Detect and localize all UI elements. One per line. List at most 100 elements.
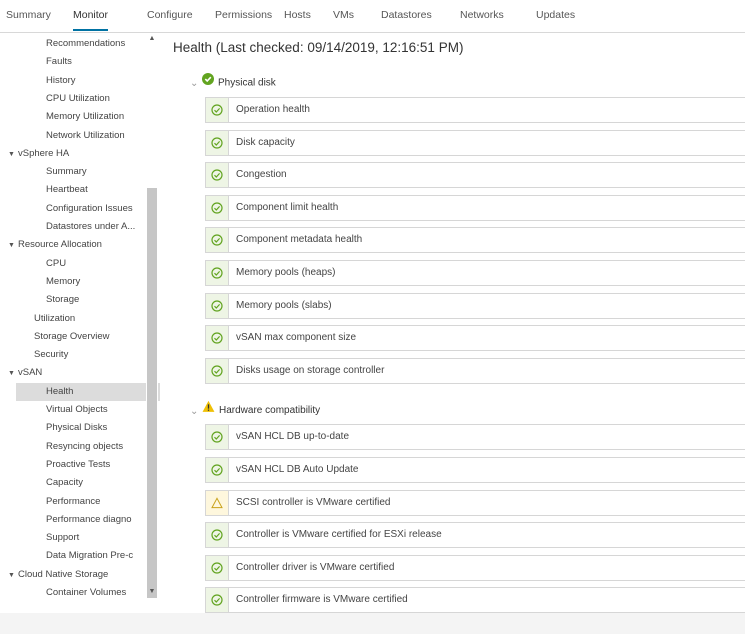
sidebar-item-resyncing-objects[interactable]: Resyncing objects	[46, 438, 146, 456]
health-check-row[interactable]: vSAN HCL DB Auto Update	[205, 457, 745, 483]
health-check-row[interactable]: Operation health	[205, 97, 745, 123]
sidebar-item-virtual-objects[interactable]: Virtual Objects	[46, 401, 146, 419]
health-check-label: vSAN HCL DB up-to-date	[236, 431, 350, 443]
health-check-label: Congestion	[236, 169, 287, 181]
sidebar-item-data-migration-pre-c[interactable]: Data Migration Pre-c	[46, 547, 146, 565]
check-circle-icon	[206, 228, 229, 253]
check-circle-icon	[206, 523, 229, 548]
sidebar-item-heartbeat[interactable]: Heartbeat	[46, 181, 146, 199]
health-check-row[interactable]: Disks usage on storage controller	[205, 357, 745, 384]
sidebar-item-vsan[interactable]: ▼ vSAN	[8, 364, 146, 382]
sidebar-item-datastores-under-a[interactable]: Datastores under A...	[46, 218, 146, 236]
expand-caret-icon[interactable]: ▼	[8, 365, 18, 382]
sidebar-item-storage[interactable]: Storage	[46, 291, 146, 309]
sidebar-item-label: Heartbeat	[46, 184, 88, 196]
tab-hosts[interactable]: Hosts	[284, 0, 311, 31]
health-check-label: Disk capacity	[236, 136, 295, 148]
sidebar-item-network-utilization[interactable]: Network Utilization	[46, 127, 146, 145]
tab-monitor[interactable]: Monitor	[73, 0, 109, 31]
check-circle-icon	[206, 458, 229, 482]
expand-caret-icon[interactable]: ▼	[8, 237, 18, 254]
sidebar-item-health[interactable]: Health	[16, 382, 160, 401]
tab-updates[interactable]: Updates	[536, 0, 575, 31]
sidebar-item-utilization[interactable]: Utilization	[34, 310, 146, 328]
health-check-label: Memory pools (slabs)	[236, 299, 332, 311]
sidebar-item-recommendations[interactable]: Recommendations	[46, 35, 146, 53]
health-check-row[interactable]: Disk capacity	[205, 129, 745, 156]
tab-networks[interactable]: Networks	[460, 0, 504, 31]
sidebar-item-label: Virtual Objects	[46, 404, 108, 415]
health-check-row[interactable]: Component limit health	[205, 194, 745, 221]
health-check-row[interactable]: Congestion	[205, 162, 745, 189]
top-tab-bar: Summary Monitor Configure Permissions Hosts V…	[0, 0, 745, 33]
chevron-down-icon[interactable]: ⌄	[190, 74, 202, 94]
sidebar-item-vsphere-ha[interactable]: ▼ vSphere HA	[8, 145, 146, 163]
health-check-row[interactable]: Component metadata health	[205, 227, 745, 254]
health-check-row[interactable]: Controller driver is VMware certified	[205, 554, 745, 581]
tab-permissions[interactable]: Permissions	[215, 0, 272, 31]
sidebar-item-configuration-issues[interactable]: Configuration Issues	[46, 200, 146, 218]
sidebar-item-memory-utilization[interactable]: Memory Utilization	[46, 108, 146, 126]
health-check-row[interactable]: vSAN HCL DB up-to-date	[205, 424, 745, 451]
sidebar-item-cpu-utilization[interactable]: CPU Utilization	[46, 90, 146, 108]
sidebar-item-label: Performance	[46, 495, 101, 507]
health-check-row[interactable]: Memory pools (heaps)	[205, 260, 745, 286]
sidebar-item-label: Capacity	[46, 477, 83, 489]
health-check-row[interactable]: Controller is VMware certified for ESXi …	[205, 522, 745, 549]
sidebar-item-cpu[interactable]: CPU	[46, 255, 146, 273]
sidebar-item-faults[interactable]: Faults	[46, 53, 146, 71]
sidebar-item-label: Summary	[46, 166, 87, 178]
sidebar-item-memory[interactable]: Memory	[46, 273, 146, 291]
sidebar-item-label: Cloud Native Storage	[18, 568, 109, 580]
sidebar-item-label: Memory	[46, 275, 81, 287]
health-check-label: Controller firmware is VMware certified	[236, 594, 408, 606]
check-circle-icon	[206, 555, 229, 580]
chevron-down-icon[interactable]: ⌄	[190, 402, 202, 422]
sidebar-nav: Recommendations Faults History CPU Utilizat…	[0, 33, 160, 613]
tab-vms[interactable]: VMs	[333, 0, 354, 31]
sidebar-item-container-volumes[interactable]: Container Volumes	[46, 584, 146, 602]
health-check-row[interactable]: SCSI controller is VMware certified	[205, 489, 745, 516]
sidebar-item-resource-allocation[interactable]: ▼ Resource Allocation	[8, 236, 146, 254]
tab-datastores[interactable]: Datastores	[381, 0, 432, 31]
page-title: Health (Last checked: 09/14/2019, 12:16:…	[173, 40, 464, 55]
health-check-label: Disks usage on storage controller	[236, 364, 385, 376]
health-check-row[interactable]: vSAN max component size	[205, 325, 745, 352]
check-circle-icon	[206, 98, 229, 122]
sidebar-scrollbar[interactable]: ▲ ▼	[146, 33, 158, 603]
sidebar-item-cloud-native-storage[interactable]: ▼ Cloud Native Storage	[8, 566, 146, 584]
sidebar-item-physical-disks[interactable]: Physical Disks	[46, 419, 146, 437]
section-title: Physical disk	[218, 77, 276, 89]
tab-summary[interactable]: Summary	[6, 0, 51, 31]
bottom-strip	[0, 613, 745, 634]
health-check-label: Memory pools (heaps)	[236, 267, 336, 278]
sidebar-item-label: Storage Overview	[34, 330, 110, 342]
sidebar-item-security[interactable]: Security	[34, 346, 146, 364]
section-header[interactable]: ⌄ Hardware compatibility	[190, 400, 320, 420]
sidebar-item-label: Physical Disks	[46, 422, 108, 434]
sidebar-item-label: Utilization	[34, 312, 76, 324]
sidebar-item-label: Data Migration Pre-c	[46, 550, 134, 562]
sidebar-item-performance[interactable]: Performance	[46, 493, 146, 511]
sidebar-item-proactive-tests[interactable]: Proactive Tests	[46, 456, 146, 474]
sidebar-item-storage-overview[interactable]: Storage Overview	[34, 328, 146, 346]
health-check-row[interactable]: Controller firmware is VMware certified	[205, 587, 745, 613]
health-check-label: vSAN HCL DB Auto Update	[236, 464, 359, 475]
tab-configure[interactable]: Configure	[147, 0, 193, 31]
scroll-up-icon[interactable]: ▲	[146, 35, 158, 42]
sidebar-item-support[interactable]: Support	[46, 529, 146, 547]
sidebar-item-label: Faults	[46, 56, 72, 68]
sidebar-item-performance-diagno[interactable]: Performance diagno	[46, 511, 146, 529]
sidebar-item-summary[interactable]: Summary	[46, 163, 146, 181]
expand-caret-icon[interactable]: ▼	[8, 567, 18, 584]
section-header[interactable]: ⌄ Physical disk	[190, 73, 276, 93]
sidebar-item-label: Health	[46, 385, 74, 397]
health-check-row[interactable]: Memory pools (slabs)	[205, 292, 745, 319]
sidebar-item-capacity[interactable]: Capacity	[46, 474, 146, 492]
sidebar-item-history[interactable]: History	[46, 72, 146, 90]
scrollbar-thumb[interactable]	[147, 188, 157, 598]
check-circle-icon	[206, 358, 229, 383]
sidebar-item-label: Memory Utilization	[46, 111, 125, 123]
scroll-down-icon[interactable]: ▼	[146, 588, 158, 595]
expand-caret-icon[interactable]: ▼	[8, 146, 18, 163]
